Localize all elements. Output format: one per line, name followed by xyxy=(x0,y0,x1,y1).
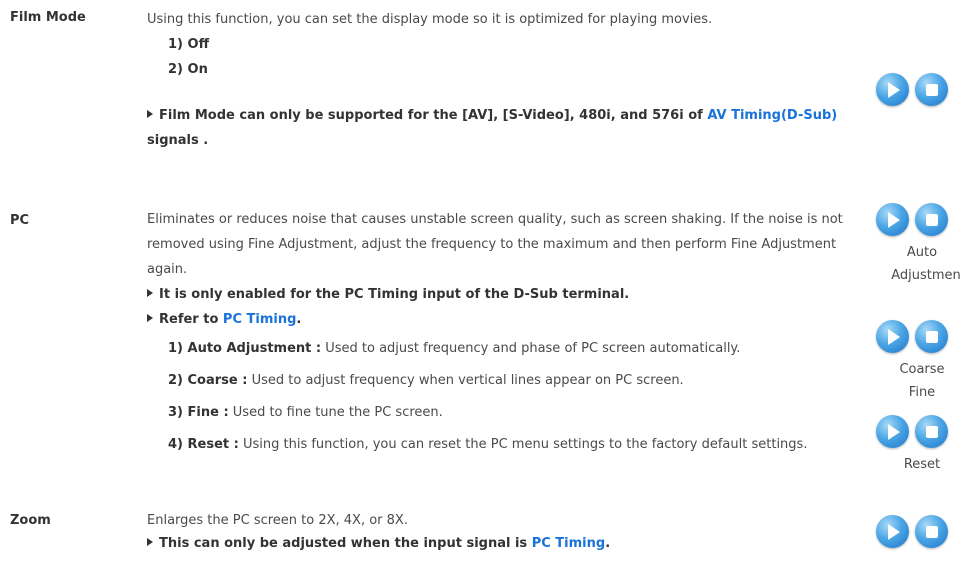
pc-item-fine: 3) Fine : Used to fine tune the PC scree… xyxy=(168,405,443,420)
coarse-fine-buttons: Coarse Fine xyxy=(876,320,968,404)
pc-item-reset: 4) Reset : Using this function, you can … xyxy=(168,437,808,452)
film-mode-buttons xyxy=(876,73,968,111)
play-button[interactable] xyxy=(876,73,909,106)
stop-button[interactable] xyxy=(915,73,948,106)
pc-timing-link-zoom[interactable]: PC Timing xyxy=(532,536,605,551)
film-mode-option-off: 1) Off xyxy=(168,37,210,52)
zoom-note: This can only be adjusted when the input… xyxy=(147,532,847,555)
bullet-arrow-icon xyxy=(147,538,153,546)
film-mode-description: Using this function, you can set the dis… xyxy=(147,12,713,27)
auto-adjustment-buttons: Auto Adjustmen xyxy=(876,203,968,287)
play-button[interactable] xyxy=(876,515,909,548)
play-button[interactable] xyxy=(876,415,909,448)
play-icon xyxy=(888,81,900,98)
pc-section: Eliminates or reduces noise that causes … xyxy=(147,207,847,457)
zoom-section: Enlarges the PC screen to 2X, 4X, or 8X.… xyxy=(147,509,847,555)
zoom-buttons xyxy=(876,515,968,553)
stop-icon xyxy=(925,525,938,538)
pc-item-coarse: 2) Coarse : Used to adjust frequency whe… xyxy=(168,373,684,388)
label-reset: Reset xyxy=(903,457,941,472)
stop-button[interactable] xyxy=(915,415,948,448)
av-timing-link[interactable]: AV Timing(D-Sub) xyxy=(707,108,837,123)
film-mode-section: Using this function, you can set the dis… xyxy=(147,7,847,153)
bullet-arrow-icon xyxy=(147,314,153,322)
play-button[interactable] xyxy=(876,320,909,353)
stop-button[interactable] xyxy=(915,203,948,236)
term-zoom: Zoom xyxy=(10,513,51,528)
bullet-arrow-icon xyxy=(147,110,153,118)
play-icon xyxy=(888,423,900,440)
play-button[interactable] xyxy=(876,203,909,236)
stop-button[interactable] xyxy=(915,320,948,353)
play-icon xyxy=(888,523,900,540)
label-auto: Auto xyxy=(906,245,938,260)
stop-icon xyxy=(925,425,938,438)
stop-icon xyxy=(925,213,938,226)
stop-icon xyxy=(925,83,938,96)
pc-note-refer: Refer to PC Timing. xyxy=(147,307,847,332)
pc-description: Eliminates or reduces noise that causes … xyxy=(147,212,843,277)
pc-note-dsub: It is only enabled for the PC Timing inp… xyxy=(147,282,847,307)
term-film-mode: Film Mode xyxy=(10,10,86,25)
pc-item-auto: 1) Auto Adjustment : Used to adjust freq… xyxy=(168,341,741,356)
label-coarse: Coarse xyxy=(899,362,945,377)
bullet-arrow-icon xyxy=(147,289,153,297)
play-icon xyxy=(888,328,900,345)
film-mode-note: Film Mode can only be supported for the … xyxy=(147,108,838,148)
play-icon xyxy=(888,211,900,228)
term-pc: PC xyxy=(10,213,30,228)
pc-timing-link[interactable]: PC Timing xyxy=(223,312,296,327)
label-adjustment: Adjustmen xyxy=(891,268,961,283)
stop-icon xyxy=(925,330,938,343)
zoom-description: Enlarges the PC screen to 2X, 4X, or 8X. xyxy=(147,513,408,528)
stop-button[interactable] xyxy=(915,515,948,548)
label-fine: Fine xyxy=(908,385,936,400)
reset-buttons: Reset xyxy=(876,415,968,476)
film-mode-option-on: 2) On xyxy=(168,62,208,77)
